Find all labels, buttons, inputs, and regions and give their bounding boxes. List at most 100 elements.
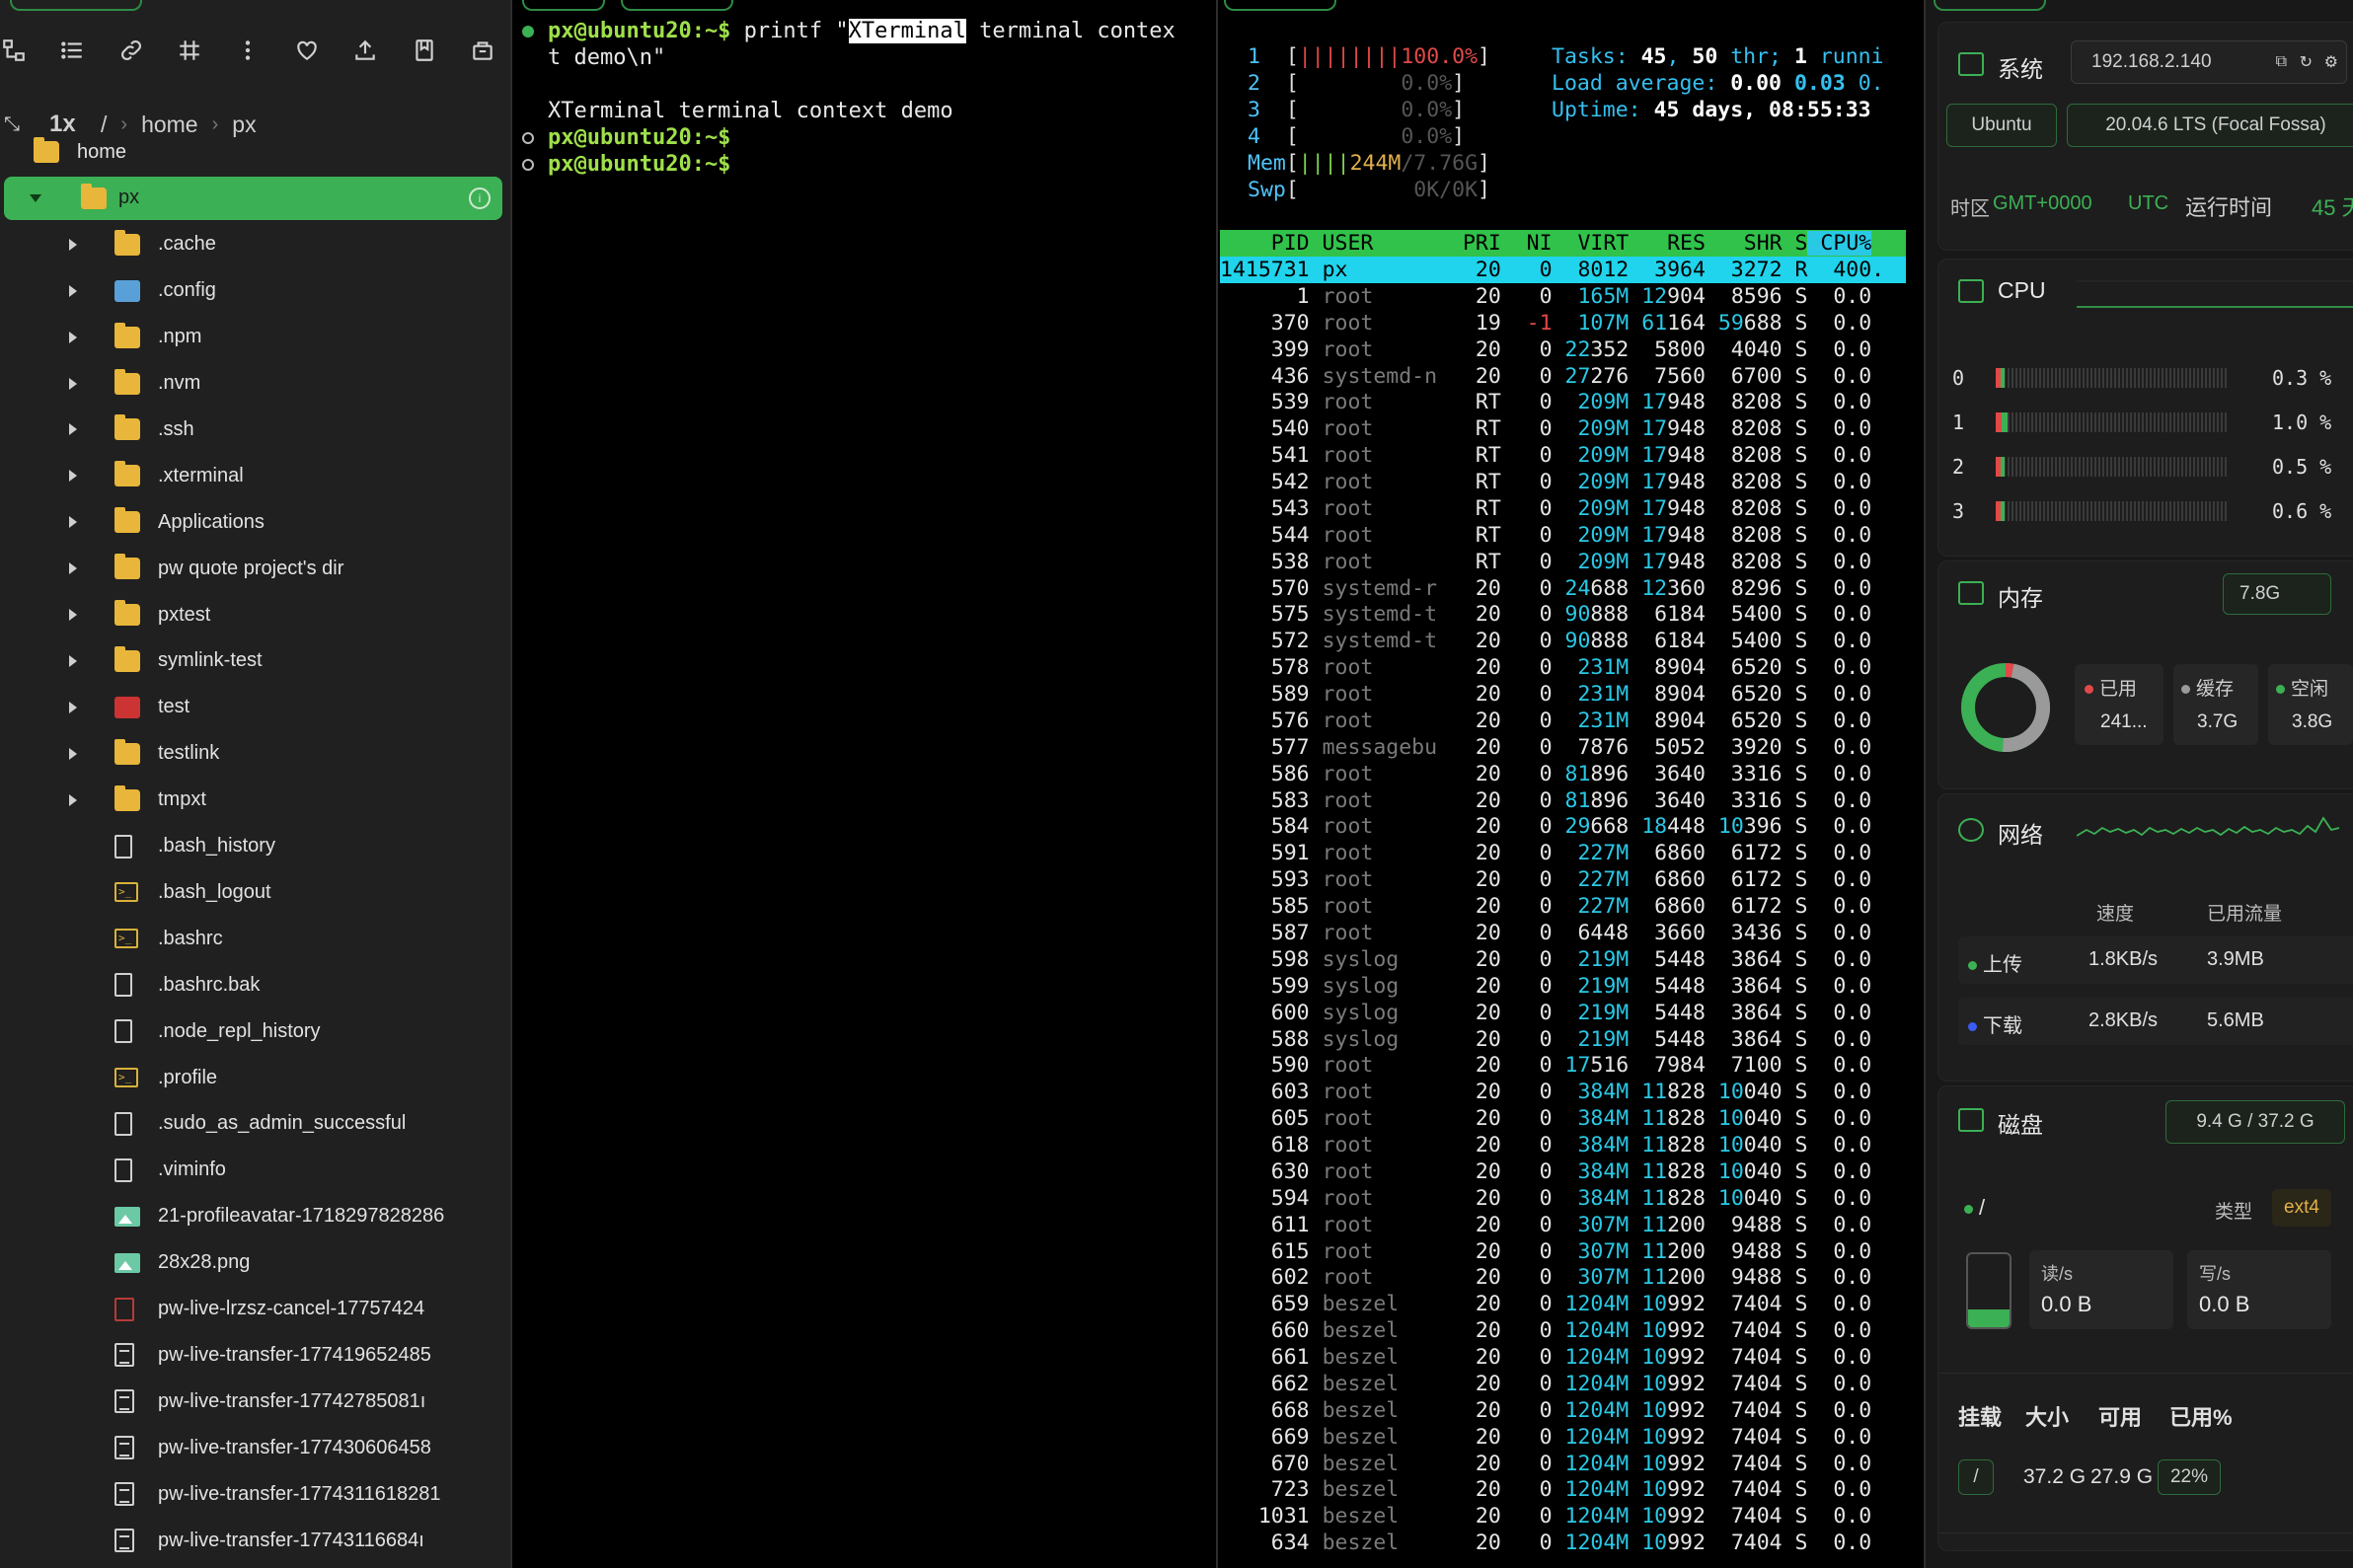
column-header[interactable]: VIRT: [1553, 231, 1629, 256]
process-row[interactable]: 399 root 20 0 22352 5800 4040 S 0.0: [1220, 336, 1906, 363]
process-row[interactable]: 662 beszel 20 0 1204M 10992 7404 S 0.0: [1220, 1371, 1906, 1397]
process-row[interactable]: 670 beszel 20 0 1204M 10992 7404 S 0.0: [1220, 1451, 1906, 1477]
process-row[interactable]: 603 root 20 0 384M 11828 10040 S 0.0: [1220, 1079, 1906, 1105]
process-row[interactable]: 599 syslog 20 0 219M 5448 3864 S 0.0: [1220, 973, 1906, 1000]
tab-stub[interactable]: [10, 0, 142, 11]
sort-column-cpu[interactable]: CPU%: [1807, 231, 1872, 256]
chevron-right-icon[interactable]: [69, 470, 77, 483]
tree-item[interactable]: pw-live-transfer-177430606458: [0, 1426, 510, 1469]
tree-item[interactable]: test: [0, 686, 510, 729]
tree-item[interactable]: >_ .profile: [0, 1056, 510, 1099]
tab-stub[interactable]: [1934, 0, 2046, 11]
process-row[interactable]: 668 beszel 20 0 1204M 10992 7404 S 0.0: [1220, 1397, 1906, 1424]
htop-pane[interactable]: 1 [||||||||100.0%] 2 [ 0.0%] 3 [ 0.0%] 4 [ …: [1218, 0, 1926, 1568]
process-row[interactable]: 723 beszel 20 0 1204M 10992 7404 S 0.0: [1220, 1476, 1906, 1503]
tree-item[interactable]: pw-live-transfer-1774311618281: [0, 1472, 510, 1516]
tab-stub[interactable]: [522, 0, 605, 11]
process-row[interactable]: 602 root 20 0 307M 11200 9488 S 0.0: [1220, 1264, 1906, 1291]
process-row[interactable]: 584 root 20 0 29668 18448 10396 S 0.0: [1220, 813, 1906, 840]
process-row[interactable]: 591 root 20 0 227M 6860 6172 S 0.0: [1220, 840, 1906, 866]
tree-item[interactable]: pw-live-transfer-177419652485: [0, 1333, 510, 1377]
process-row[interactable]: 585 root 20 0 227M 6860 6172 S 0.0: [1220, 893, 1906, 920]
tree-item[interactable]: pxtest: [0, 593, 510, 636]
tree-item[interactable]: .bash_history: [0, 825, 510, 868]
process-row[interactable]: 572 systemd-t 20 0 90888 6184 5400 S 0.0: [1220, 628, 1906, 654]
tree-item[interactable]: 28x28.png: [0, 1241, 510, 1285]
process-row[interactable]: 587 root 20 0 6448 3660 3436 S 0.0: [1220, 920, 1906, 946]
process-row[interactable]: 575 systemd-t 20 0 90888 6184 5400 S 0.0: [1220, 601, 1906, 628]
chevron-right-icon[interactable]: [69, 609, 77, 621]
process-row[interactable]: 594 root 20 0 384M 11828 10040 S 0.0: [1220, 1185, 1906, 1212]
chevron-right-icon[interactable]: [69, 423, 77, 436]
column-header[interactable]: PID: [1220, 231, 1310, 256]
process-row[interactable]: 578 root 20 0 231M 8904 6520 S 0.0: [1220, 654, 1906, 681]
process-row[interactable]: 660 beszel 20 0 1204M 10992 7404 S 0.0: [1220, 1317, 1906, 1344]
tree-item[interactable]: pw-live-transfer-17742785081ı: [0, 1380, 510, 1423]
process-row[interactable]: 590 root 20 0 17516 7984 7100 S 0.0: [1220, 1052, 1906, 1079]
chevron-right-icon[interactable]: [69, 562, 77, 575]
process-row[interactable]: 600 syslog 20 0 219M 5448 3864 S 0.0: [1220, 1000, 1906, 1026]
process-row[interactable]: 593 root 20 0 227M 6860 6172 S 0.0: [1220, 866, 1906, 893]
process-row[interactable]: 541 root RT 0 209M 17948 8208 S 0.0: [1220, 442, 1906, 469]
terminal-selection[interactable]: XTerminal: [848, 19, 966, 43]
tree-item[interactable]: .cache: [0, 223, 510, 266]
bookmark-icon[interactable]: [397, 26, 451, 75]
process-row[interactable]: 1031 beszel 20 0 1204M 10992 7404 S 0.0: [1220, 1503, 1906, 1530]
process-row[interactable]: 598 syslog 20 0 219M 5448 3864 S 0.0: [1220, 946, 1906, 973]
tab-stub[interactable]: [621, 0, 733, 11]
tree-item[interactable]: pw-live-lrzsz-cancel-17757424: [0, 1288, 510, 1331]
tree-item[interactable]: .bashrc.bak: [0, 963, 510, 1007]
tree-item[interactable]: px i: [4, 176, 502, 220]
tree-item[interactable]: >_ .bash_logout: [0, 870, 510, 914]
list-icon[interactable]: [44, 26, 99, 75]
column-header[interactable]: RES: [1629, 231, 1706, 256]
upload-icon[interactable]: [339, 26, 393, 75]
settings-icon[interactable]: ⚙: [2324, 52, 2338, 72]
tree-item[interactable]: testlink: [0, 732, 510, 776]
process-row[interactable]: 538 root RT 0 209M 17948 8208 S 0.0: [1220, 549, 1906, 575]
refresh-icon[interactable]: ↻: [2300, 52, 2313, 72]
chevron-right-icon[interactable]: [69, 747, 77, 760]
process-table-header[interactable]: PID USER PRI NI VIRT RES SHR S CPU%: [1220, 230, 1906, 257]
terminal-pane[interactable]: px@ubuntu20:~$ printf "XTerminal termina…: [512, 0, 1218, 1568]
process-row[interactable]: 540 root RT 0 209M 17948 8208 S 0.0: [1220, 415, 1906, 442]
tree-item[interactable]: .viminfo: [0, 1149, 510, 1192]
tree-icon[interactable]: [0, 26, 40, 75]
process-row[interactable]: 605 root 20 0 384M 11828 10040 S 0.0: [1220, 1105, 1906, 1132]
tree-item[interactable]: .config: [0, 269, 510, 313]
tree-item[interactable]: tmpxt: [0, 779, 510, 822]
process-row[interactable]: 615 root 20 0 307M 11200 9488 S 0.0: [1220, 1238, 1906, 1265]
chevron-right-icon[interactable]: [69, 238, 77, 251]
chevron-right-icon[interactable]: [69, 516, 77, 529]
tree-item[interactable]: Applications: [0, 500, 510, 544]
chevron-right-icon[interactable]: [69, 284, 77, 297]
process-row[interactable]: 436 systemd-n 20 0 27276 7560 6700 S 0.0: [1220, 363, 1906, 390]
tree-item[interactable]: .ssh: [0, 408, 510, 451]
info-icon[interactable]: i: [469, 187, 491, 209]
more-icon[interactable]: [221, 26, 275, 75]
column-header[interactable]: USER: [1310, 231, 1437, 256]
tree-item[interactable]: .npm: [0, 316, 510, 359]
column-header[interactable]: SHR: [1706, 231, 1783, 256]
process-row[interactable]: 1 root 20 0 165M 12904 8596 S 0.0: [1220, 283, 1906, 310]
tree-item[interactable]: .nvm: [0, 362, 510, 406]
chevron-right-icon[interactable]: [69, 331, 77, 343]
heart-icon[interactable]: [279, 26, 334, 75]
tree-item[interactable]: symlink-test: [0, 639, 510, 683]
process-row[interactable]: 544 root RT 0 209M 17948 8208 S 0.0: [1220, 522, 1906, 549]
process-row[interactable]: 669 beszel 20 0 1204M 10992 7404 S 0.0: [1220, 1424, 1906, 1451]
process-row[interactable]: 583 root 20 0 81896 3640 3316 S 0.0: [1220, 787, 1906, 814]
process-row[interactable]: 630 root 20 0 384M 11828 10040 S 0.0: [1220, 1158, 1906, 1185]
tree-item[interactable]: 21-profileavatar-1718297828286: [0, 1195, 510, 1238]
grid-icon[interactable]: [162, 26, 216, 75]
process-row[interactable]: 370 root 19 -1 107M 61164 59688 S 0.0: [1220, 310, 1906, 336]
process-row[interactable]: 588 syslog 20 0 219M 5448 3864 S 0.0: [1220, 1026, 1906, 1053]
tree-item[interactable]: pw-live-transfer-17743116684ı: [0, 1519, 510, 1562]
tree-item[interactable]: .sudo_as_admin_successful: [0, 1102, 510, 1146]
process-row[interactable]: 539 root RT 0 209M 17948 8208 S 0.0: [1220, 389, 1906, 415]
process-row[interactable]: 1415731 px 20 0 8012 3964 3272 R 400.: [1220, 257, 1906, 283]
chevron-right-icon[interactable]: [69, 377, 77, 390]
inbox-icon[interactable]: [456, 26, 510, 75]
tree-item[interactable]: .node_repl_history: [0, 1009, 510, 1053]
process-row[interactable]: 618 root 20 0 384M 11828 10040 S 0.0: [1220, 1132, 1906, 1158]
